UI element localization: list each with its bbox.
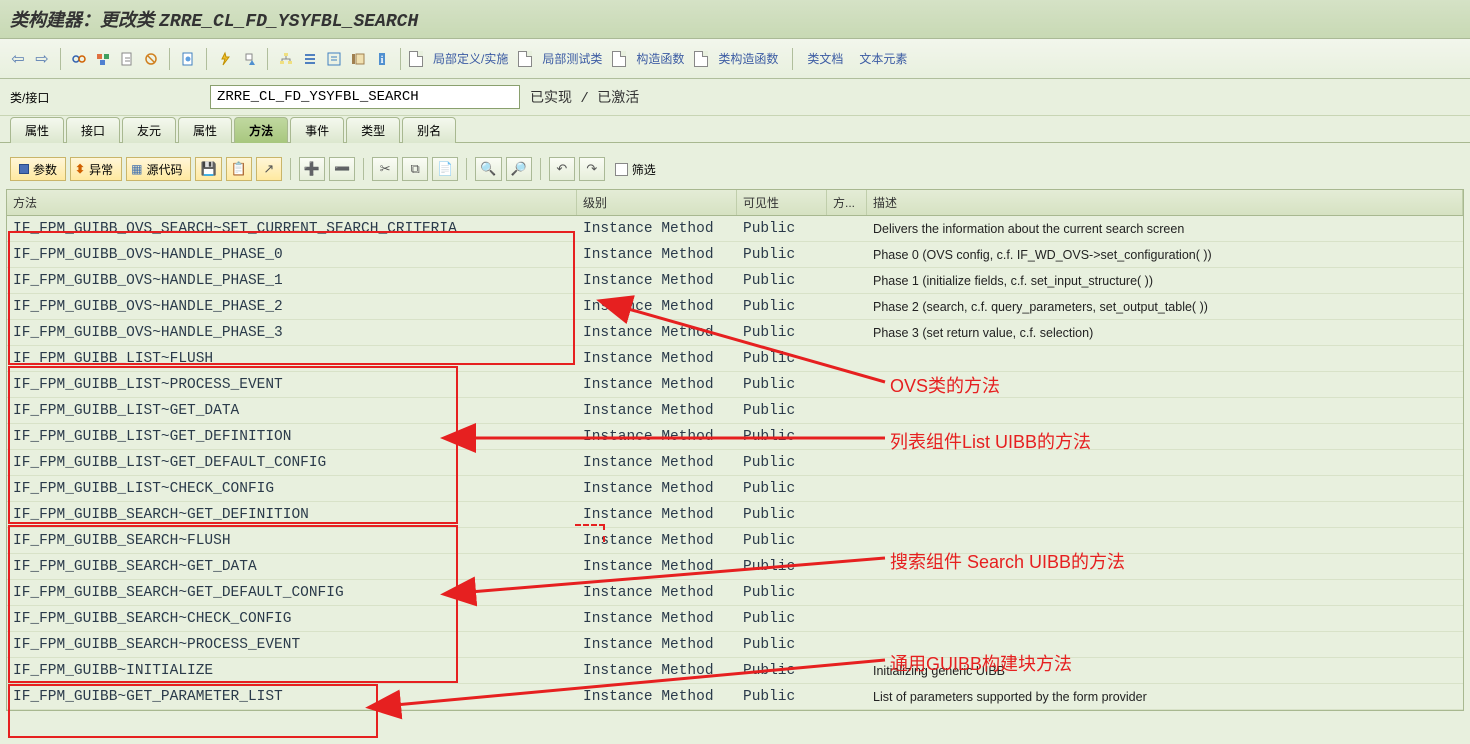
tab-4[interactable]: 方法 — [234, 117, 288, 143]
annotation-arrows — [0, 0, 1470, 744]
